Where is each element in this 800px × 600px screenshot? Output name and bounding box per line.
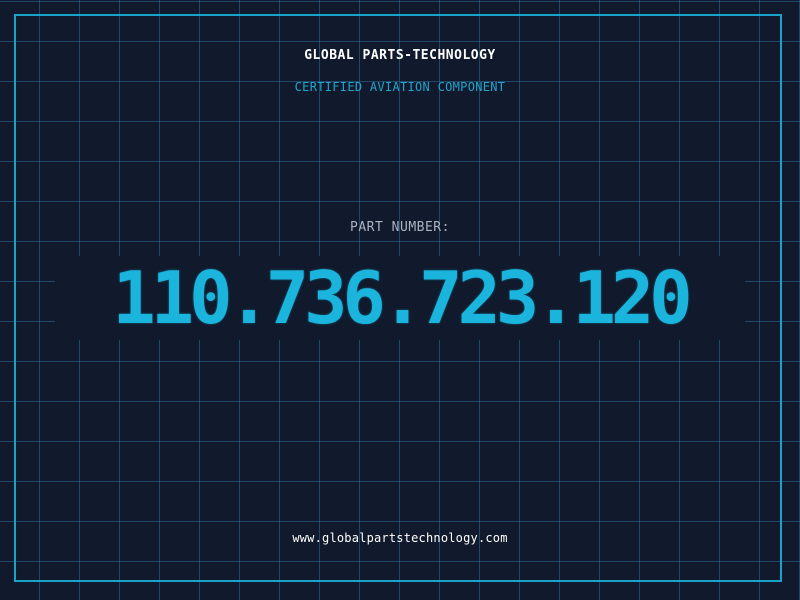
part-number-label: PART NUMBER:	[350, 220, 450, 235]
website-url: www.globalpartstechnology.com	[292, 531, 508, 545]
part-number-value: 110.736.723.120	[55, 256, 745, 340]
brand-title: GLOBAL PARTS-TECHNOLOGY	[304, 48, 496, 63]
brand-subtitle: CERTIFIED AVIATION COMPONENT	[294, 80, 506, 94]
